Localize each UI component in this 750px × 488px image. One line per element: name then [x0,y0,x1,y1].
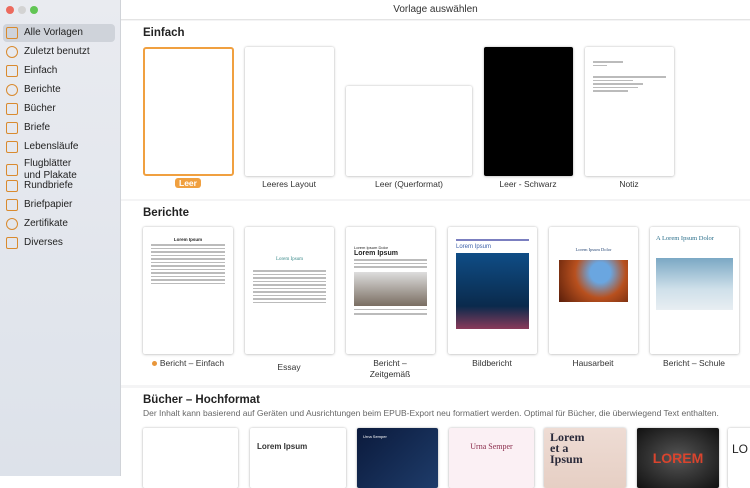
template-leeres-layout[interactable] [245,47,334,176]
section-buecher: Bücher – Hochformat Der Inhalt kann basi… [121,388,750,488]
section-einfach: Einfach Leer Leeres Layout Leer (Querfor… [121,21,750,199]
template-label: Essay [277,362,301,372]
template-bericht-einfach[interactable]: Lorem Ipsum [143,227,233,354]
template-hausarbeit[interactable]: Lorem Ipsum Dolor [549,227,638,354]
window-title: Vorlage auswählen [121,0,750,20]
template-label: Bericht – Zeitgemäß [369,358,411,379]
sidebar-item-label: Briefpapier [24,199,73,210]
stamp-icon [6,199,18,211]
template-label: Leer [175,178,201,188]
sidebar-item-label: Rundbriefe [24,180,73,191]
section-berichte: Berichte Lorem Ipsum Bericht – Einfach L… [121,201,750,385]
book-template[interactable]: LOREM [637,428,719,488]
preview-title: A Lorem Ipsum Dolor [656,235,714,242]
preview-title: Urna Semper [470,442,513,451]
preview-title: Lorem Ipsum [456,243,492,250]
template-bildbericht[interactable]: Lorem Ipsum [448,227,537,354]
preview-title: Lorem Ipsum [173,237,203,242]
preview-title: Lorem Ipsum [354,250,398,257]
sidebar-item-rundbriefe[interactable]: Rundbriefe [3,177,115,195]
resume-icon [6,141,18,153]
document-icon [6,65,18,77]
close-button[interactable] [6,6,14,14]
box-icon [6,237,18,249]
sidebar-item-label: Lebensläufe [24,141,79,152]
sidebar-item-diverses[interactable]: Diverses [3,234,115,252]
preview-title: LOREM [652,450,704,466]
preview-title: LO [732,442,749,456]
template-label: Leer - Schwarz [499,179,557,189]
preview-image [559,260,628,302]
template-leer-schwarz[interactable] [484,47,573,176]
sidebar: Alle Vorlagen Zuletzt benutzt Einfach Beric… [0,0,121,476]
template-bericht-zeitgemaess[interactable]: Lorem Ipsum Dolor Lorem Ipsum [346,227,435,354]
template-label: Leeres Layout [262,179,316,189]
grid-icon [6,27,18,39]
sidebar-item-briefpapier[interactable]: Briefpapier [3,196,115,214]
template-label: Notiz [619,179,639,189]
sidebar-item-bücher[interactable]: Bücher [3,100,115,118]
template-label: Hausarbeit [572,358,614,368]
book-template[interactable]: LO [728,428,750,488]
sidebar-item-label: Briefe [24,122,51,133]
section-title: Einfach [143,27,185,39]
template-essay[interactable]: Lorem Ipsum [245,227,334,354]
sidebar-item-label: Diverses [24,237,63,248]
sidebar-item-label: Zuletzt benutzt [24,46,90,57]
template-label: Bericht – Einfach [159,358,225,368]
preview-title: Lorem et a Ipsum [550,430,585,466]
sidebar-item-label: Alle Vorlagen [24,27,83,38]
preview-image [456,252,529,329]
sidebar-item-label: Einfach [24,65,58,76]
sidebar-item-briefe[interactable]: Briefe [3,119,115,137]
template-label: Leer (Querformat) [374,179,444,189]
template-leer-querformat[interactable] [346,86,472,176]
section-description: Der Inhalt kann basierend auf Geräten un… [143,408,719,418]
section-title: Bücher – Hochformat [143,394,260,406]
preview-title: Urna Semper [363,434,387,439]
sidebar-item-berichte[interactable]: Berichte [3,81,115,99]
template-leer[interactable] [143,47,234,176]
book-template[interactable]: Urna Semper [357,428,438,488]
letter-icon [6,122,18,134]
sidebar-item-label: Bücher [24,103,56,114]
preview-image [656,258,733,310]
sidebar-item-zertifikate[interactable]: Zertifikate [3,215,115,233]
clock-icon [6,46,18,58]
recent-dot [151,361,157,366]
sidebar-item-label: Zertifikate [24,218,68,229]
sidebar-item-label: Berichte [24,84,61,95]
template-chooser: Vorlage auswählen Einfach Leer Leeres La… [121,0,750,488]
book-template[interactable] [143,428,238,488]
section-title: Berichte [143,207,190,219]
sidebar-item-alle-vorlagen[interactable]: Alle Vorlagen [3,24,115,42]
template-label: Bericht – Schule [663,358,725,368]
sidebar-item-einfach[interactable]: Einfach [3,62,115,80]
minimize-button[interactable] [18,6,26,14]
flyer-icon [6,164,18,176]
sidebar-item-lebensläufe[interactable]: Lebensläufe [3,138,115,156]
graduation-cap-icon [6,84,18,96]
preview-title: Lorem Ipsum Dolor [575,247,612,252]
zoom-button[interactable] [30,6,38,14]
ribbon-icon [6,218,18,230]
book-template[interactable]: Lorem et a Ipsum [544,428,626,488]
book-template[interactable]: Lorem Ipsum [250,428,346,488]
preview-image [354,271,427,306]
book-icon [6,103,18,115]
sidebar-item-zuletzt-benutzt[interactable]: Zuletzt benutzt [3,43,115,61]
book-template[interactable]: Urna Semper [449,428,534,488]
newsletter-icon [6,180,18,192]
preview-title: Lorem Ipsum [257,442,308,451]
template-label: Bildbericht [472,358,512,368]
template-bericht-schule[interactable]: A Lorem Ipsum Dolor [650,227,739,354]
template-notiz[interactable] [585,47,674,176]
